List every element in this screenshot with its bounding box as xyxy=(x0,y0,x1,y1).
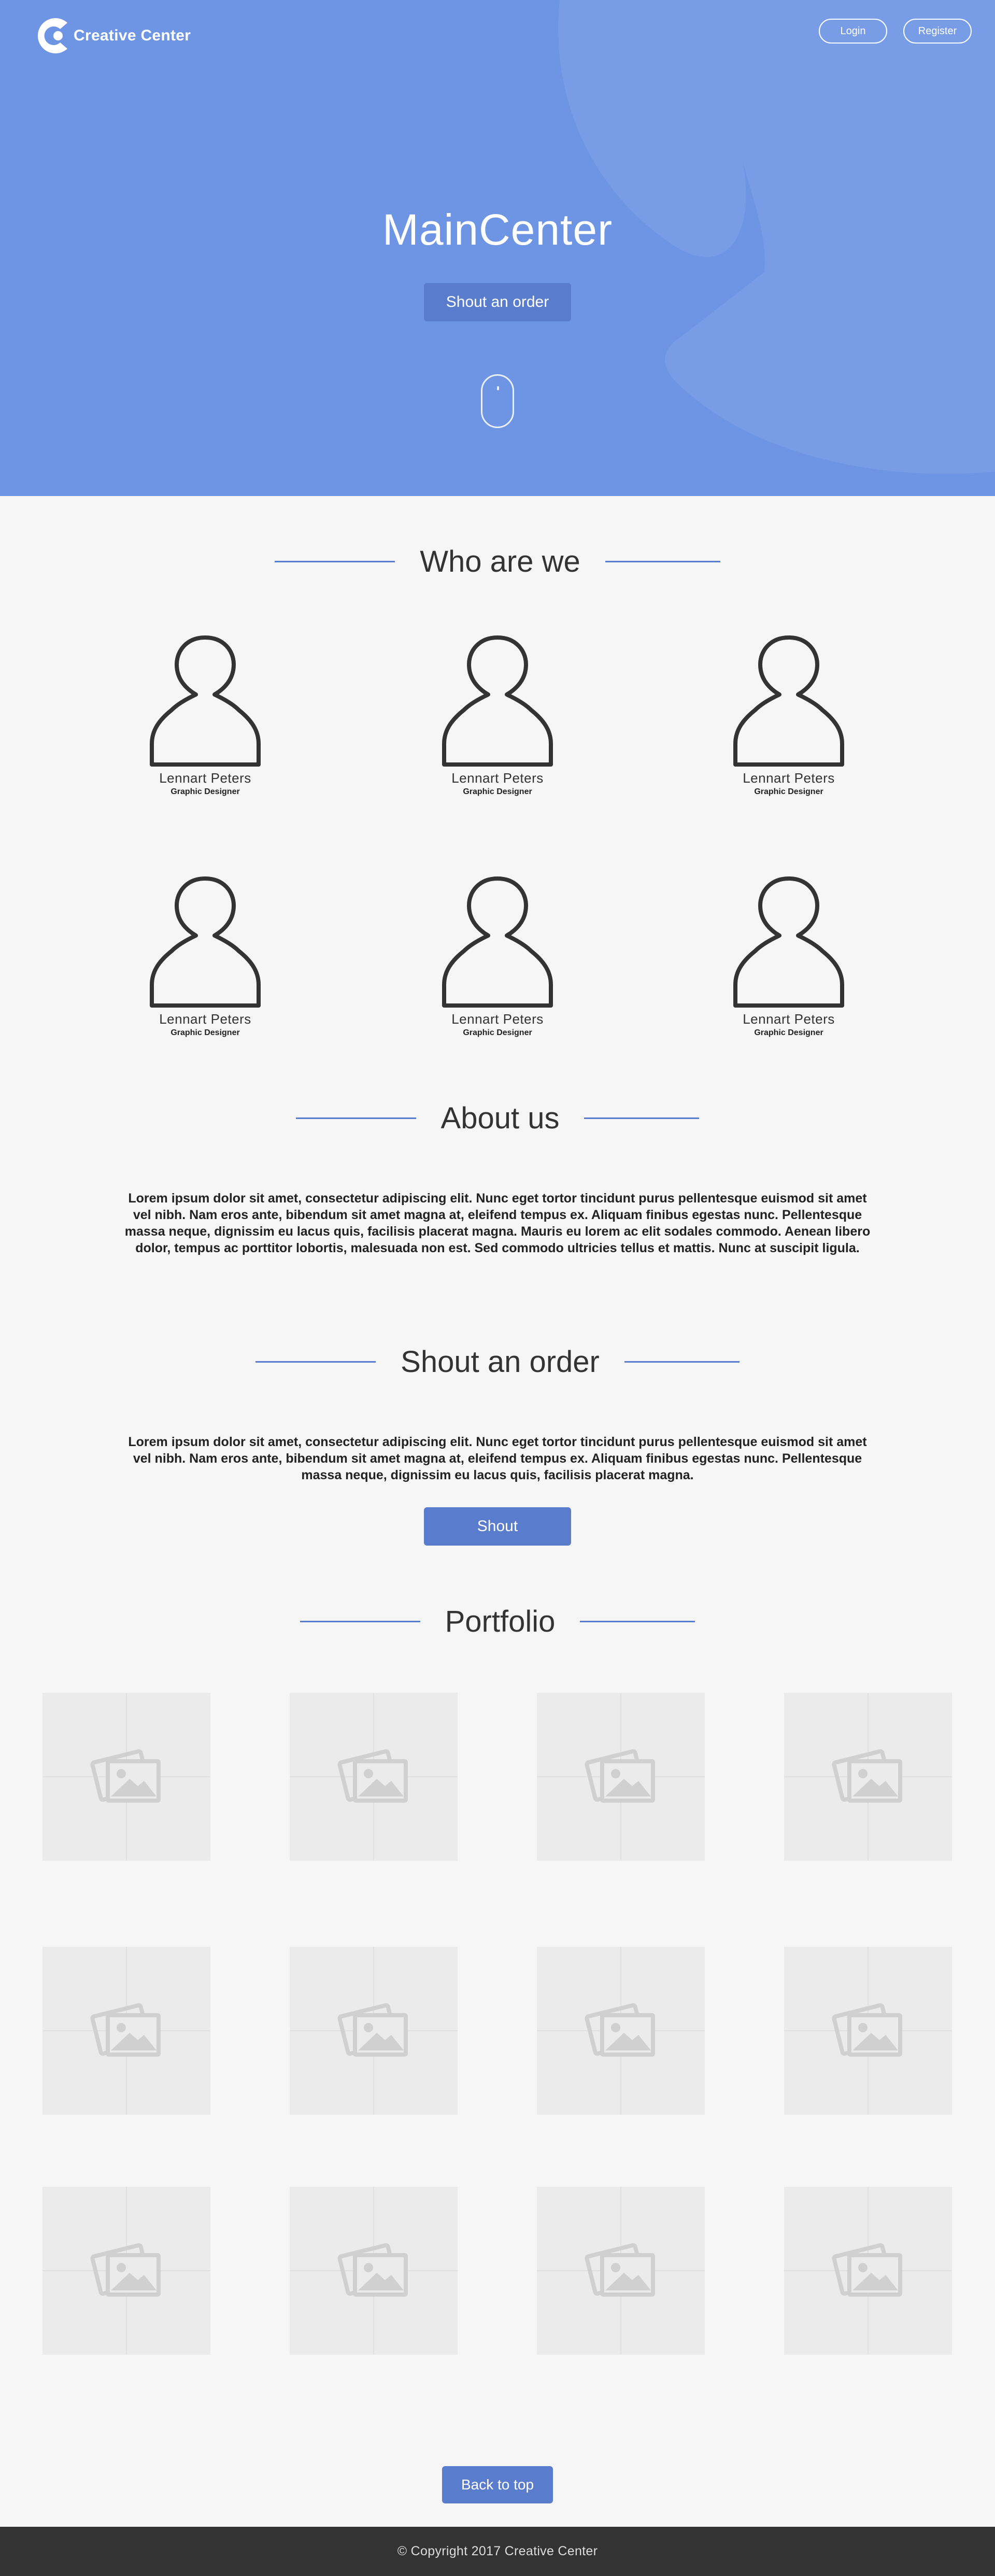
team-member: Lennart Peters Graphic Designer xyxy=(420,632,575,797)
footer: © Copyright 2017 Creative Center xyxy=(0,2527,995,2576)
member-role: Graphic Designer xyxy=(463,787,532,796)
about-section-heading: About us xyxy=(0,1101,995,1136)
hero-title: MainCenter xyxy=(382,205,613,254)
logo-text: Creative Center xyxy=(74,27,191,44)
logo-icon xyxy=(37,18,67,53)
image-placeholder-icon xyxy=(784,2187,952,2355)
member-name: Lennart Peters xyxy=(159,770,251,786)
image-placeholder-icon xyxy=(42,2187,210,2355)
user-avatar-icon xyxy=(442,876,553,1008)
portfolio-title: Portfolio xyxy=(445,1605,556,1638)
portfolio-item[interactable] xyxy=(42,1693,210,1861)
image-placeholder-icon xyxy=(42,1947,210,2115)
portfolio-item[interactable] xyxy=(290,2187,458,2355)
image-placeholder-icon xyxy=(537,1947,705,2115)
portfolio-item[interactable] xyxy=(784,1693,952,1861)
heading-line-right xyxy=(580,1621,695,1622)
image-placeholder-icon xyxy=(784,1947,952,2115)
portfolio-item[interactable] xyxy=(784,1947,952,2115)
member-role: Graphic Designer xyxy=(754,1028,823,1037)
portfolio-item[interactable] xyxy=(290,1947,458,2115)
user-avatar-icon xyxy=(733,876,844,1008)
image-placeholder-icon xyxy=(290,1947,458,2115)
portfolio-item[interactable] xyxy=(784,2187,952,2355)
shout-button[interactable]: Shout xyxy=(424,1507,571,1546)
user-avatar-icon xyxy=(442,635,553,767)
team-member: Lennart Peters Graphic Designer xyxy=(711,873,866,1038)
site-logo[interactable]: Creative Center xyxy=(37,17,191,55)
team-member: Lennart Peters Graphic Designer xyxy=(420,873,575,1038)
register-button[interactable]: Register xyxy=(903,19,972,44)
member-role: Graphic Designer xyxy=(170,787,240,796)
user-avatar-icon xyxy=(150,876,261,1008)
team-member: Lennart Peters Graphic Designer xyxy=(127,873,283,1038)
member-name: Lennart Peters xyxy=(743,770,835,786)
hero-order-button[interactable]: Shout an order xyxy=(424,283,571,321)
member-role: Graphic Designer xyxy=(170,1028,240,1037)
portfolio-item[interactable] xyxy=(537,1947,705,2115)
heading-line-right xyxy=(605,561,720,562)
about-title: About us xyxy=(440,1101,560,1135)
login-button[interactable]: Login xyxy=(819,19,887,44)
heading-line-left xyxy=(295,1117,416,1119)
mouse-wheel xyxy=(497,386,499,390)
portfolio-item[interactable] xyxy=(537,1693,705,1861)
portfolio-item[interactable] xyxy=(42,1947,210,2115)
back-to-top-button[interactable]: Back to top xyxy=(442,2466,553,2503)
heading-line-left xyxy=(300,1621,420,1622)
about-text: Lorem ipsum dolor sit amet, consectetur … xyxy=(124,1191,871,1255)
image-placeholder-icon xyxy=(290,1693,458,1861)
team-member: Lennart Peters Graphic Designer xyxy=(127,632,283,797)
member-name: Lennart Peters xyxy=(451,1011,544,1027)
copyright-text: © Copyright 2017 Creative Center xyxy=(397,2544,598,2558)
order-text: Lorem ipsum dolor sit amet, consectetur … xyxy=(128,1435,867,1482)
portfolio-section-heading: Portfolio xyxy=(0,1604,995,1639)
portfolio-item[interactable] xyxy=(290,1693,458,1861)
team-member: Lennart Peters Graphic Designer xyxy=(711,632,866,797)
image-placeholder-icon xyxy=(537,2187,705,2355)
user-avatar-icon xyxy=(733,635,844,767)
who-title: Who are we xyxy=(420,545,580,578)
heading-line-left xyxy=(275,561,395,562)
order-section-heading: Shout an order xyxy=(0,1344,995,1379)
portfolio-item[interactable] xyxy=(537,2187,705,2355)
member-role: Graphic Designer xyxy=(754,787,823,796)
member-name: Lennart Peters xyxy=(743,1011,835,1027)
member-role: Graphic Designer xyxy=(463,1028,532,1037)
member-name: Lennart Peters xyxy=(451,770,544,786)
who-section-heading: Who are we xyxy=(0,544,995,579)
user-avatar-icon xyxy=(150,635,261,767)
order-title: Shout an order xyxy=(401,1345,600,1379)
heading-line-left xyxy=(255,1361,376,1363)
image-placeholder-icon xyxy=(784,1693,952,1861)
hero-section: Creative Center Login Register MainCente… xyxy=(0,0,995,496)
image-placeholder-icon xyxy=(537,1693,705,1861)
image-placeholder-icon xyxy=(42,1693,210,1861)
heading-line-right xyxy=(624,1361,740,1363)
heading-line-right xyxy=(584,1117,700,1119)
image-placeholder-icon xyxy=(290,2187,458,2355)
member-name: Lennart Peters xyxy=(159,1011,251,1027)
portfolio-item[interactable] xyxy=(42,2187,210,2355)
scroll-down-mouse-icon[interactable] xyxy=(481,374,514,428)
